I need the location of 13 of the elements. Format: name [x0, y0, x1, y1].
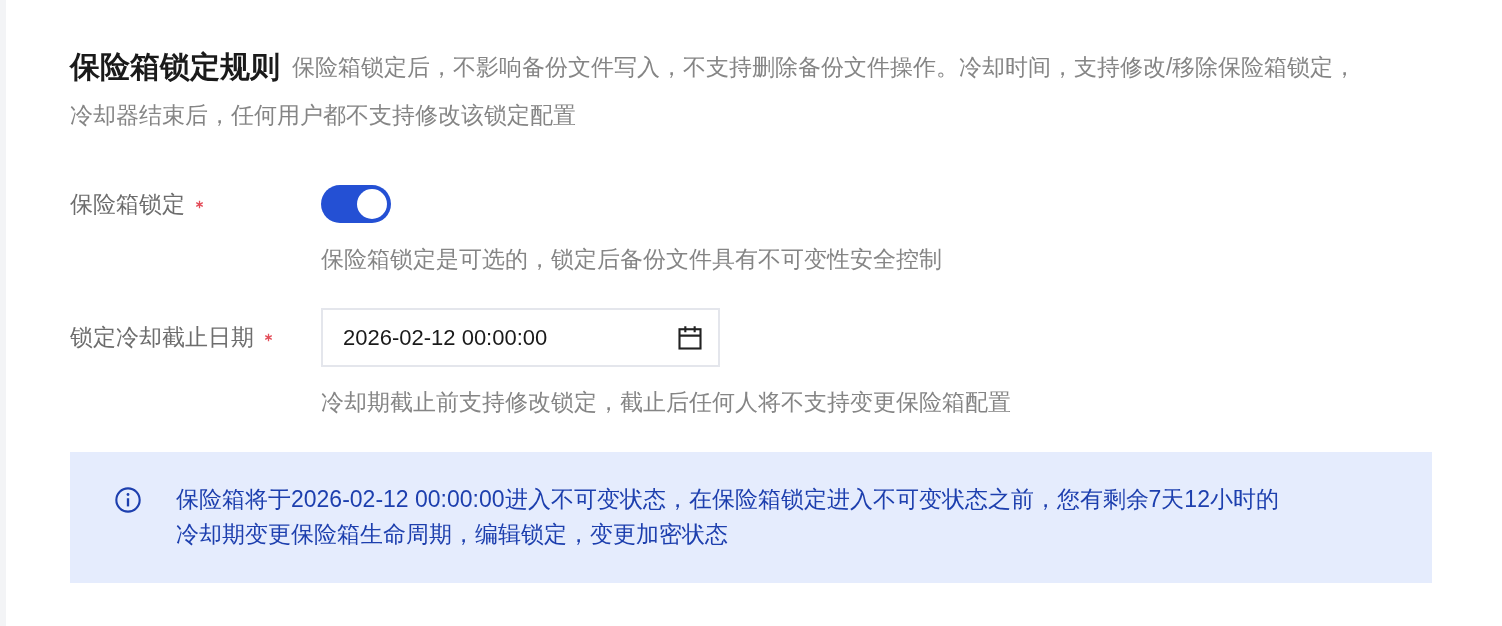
calendar-icon: [676, 323, 704, 352]
info-icon: [114, 486, 142, 514]
date-value: 2026-02-12 00:00:00: [343, 324, 548, 351]
field-label: 锁定冷却截止日期: [70, 323, 254, 352]
section-description-line: 保险箱锁定后，不影响备份文件写入，不支持删除备份文件操作。冷却时间，支持修改/移除保险箱锁定，: [292, 52, 1357, 82]
notice-text: 保险箱将于2026-02-12 00:00:00进入不可变状态，在保险箱锁定进入不可变状态之前，您有剩余7天12小时的冷却期变更保险箱生命周期，编辑锁定，变更加密状态: [176, 485, 1280, 549]
date-field[interactable]: 2026-02-12 00:00:00: [321, 308, 720, 367]
field-hint: 保险箱锁定是可选的，锁定后备份文件具有不可变性安全控制: [321, 245, 943, 274]
field-hint: 冷却期截止前支持修改锁定，截止后任何人将不支持变更保险箱配置: [321, 388, 1012, 417]
section-title: 保险箱锁定规则: [70, 48, 280, 85]
section-description-line: 冷却器结束后，任何用户都不支持修改该锁定配置: [70, 100, 576, 130]
toggle-switch[interactable]: [321, 185, 391, 223]
field-label: 保险箱锁定: [70, 189, 185, 219]
